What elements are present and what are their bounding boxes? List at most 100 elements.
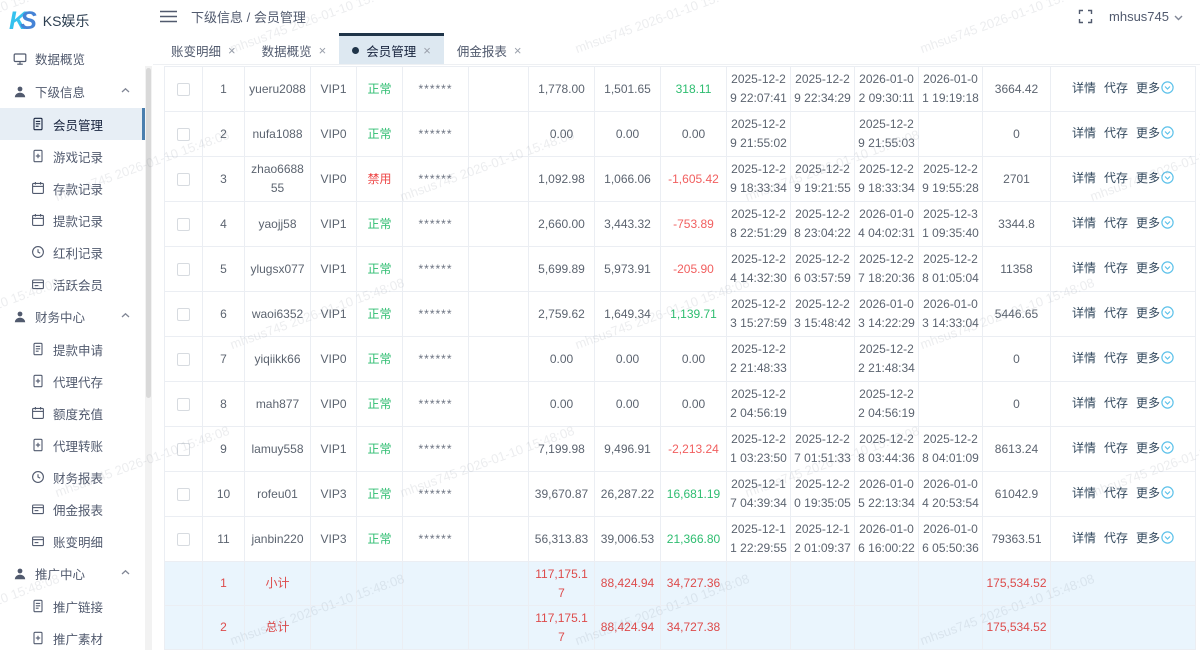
more-link[interactable]: 更多	[1136, 306, 1174, 320]
username[interactable]: mhsus745	[1109, 9, 1169, 24]
detail-link[interactable]: 详情	[1072, 396, 1096, 410]
deposit-for-link[interactable]: 代存	[1104, 396, 1128, 410]
row-checkbox[interactable]	[177, 173, 190, 186]
more-link[interactable]: 更多	[1136, 531, 1174, 545]
more-link[interactable]: 更多	[1136, 486, 1174, 500]
row-checkbox[interactable]	[177, 218, 190, 231]
deposit-for-link[interactable]: 代存	[1104, 81, 1128, 95]
row-checkbox[interactable]	[177, 488, 190, 501]
logo: KS KS娱乐	[0, 0, 145, 42]
row-checkbox[interactable]	[177, 398, 190, 411]
deposit-for-link[interactable]: 代存	[1104, 306, 1128, 320]
checkbox-cell	[165, 472, 203, 517]
sidebar-item-withdrawal-records[interactable]: 提款记录	[0, 204, 145, 236]
more-chevron-icon[interactable]	[1161, 398, 1174, 412]
deposit-for-link[interactable]: 代存	[1104, 486, 1128, 500]
more-link[interactable]: 更多	[1136, 396, 1174, 410]
more-link[interactable]: 更多	[1136, 126, 1174, 140]
tab-member-management[interactable]: 会员管理×	[339, 33, 444, 64]
detail-link[interactable]: 详情	[1072, 216, 1096, 230]
more-link[interactable]: 更多	[1136, 216, 1174, 230]
more-link[interactable]: 更多	[1136, 441, 1174, 455]
detail-link[interactable]: 详情	[1072, 126, 1096, 140]
deposit-for-link[interactable]: 代存	[1104, 351, 1128, 365]
sidebar-item-finance-report[interactable]: 财务报表	[0, 461, 145, 493]
close-icon[interactable]: ×	[423, 44, 431, 57]
sidebar-item-quota-recharge[interactable]: 额度充值	[0, 397, 145, 429]
fullscreen-icon[interactable]	[1078, 9, 1093, 24]
deposit-for-link[interactable]: 代存	[1104, 441, 1128, 455]
more-link[interactable]: 更多	[1136, 171, 1174, 185]
more-chevron-icon[interactable]	[1161, 218, 1174, 232]
detail-link[interactable]: 详情	[1072, 486, 1096, 500]
amount-1-cell: 2,660.00	[529, 202, 595, 247]
sidebar-item-member-management[interactable]: 会员管理	[0, 108, 145, 140]
more-chevron-icon[interactable]	[1161, 533, 1174, 547]
sidebar-item-deposit-records[interactable]: 存款记录	[0, 172, 145, 204]
row-checkbox[interactable]	[177, 443, 190, 456]
app-root: KS KS娱乐 数据概览下级信息会员管理游戏记录存款记录提款记录红利记录活跃会员…	[0, 0, 1200, 650]
detail-link[interactable]: 详情	[1072, 441, 1096, 455]
sidebar-item-data-overview[interactable]: 数据概览	[0, 42, 145, 75]
hamburger-icon[interactable]	[160, 10, 177, 23]
row-checkbox[interactable]	[177, 128, 190, 141]
sidebar-item-agent-deposit[interactable]: 代理代存	[0, 365, 145, 397]
more-chevron-icon[interactable]	[1161, 263, 1174, 277]
detail-link[interactable]: 详情	[1072, 81, 1096, 95]
detail-link[interactable]: 详情	[1072, 306, 1096, 320]
sidebar-item-promotion-material[interactable]: 推广素材	[0, 622, 145, 650]
deposit-for-link[interactable]: 代存	[1104, 216, 1128, 230]
more-link[interactable]: 更多	[1136, 81, 1174, 95]
more-chevron-icon[interactable]	[1161, 173, 1174, 187]
more-link[interactable]: 更多	[1136, 351, 1174, 365]
deposit-for-link[interactable]: 代存	[1104, 531, 1128, 545]
sidebar-group-finance-center[interactable]: 财务中心	[0, 300, 145, 333]
row-checkbox[interactable]	[177, 533, 190, 546]
sidebar-group-subordinate-info[interactable]: 下级信息	[0, 75, 145, 108]
sidebar-item-active-members[interactable]: 活跃会员	[0, 268, 145, 300]
detail-link[interactable]: 详情	[1072, 171, 1096, 185]
deposit-for-link[interactable]: 代存	[1104, 261, 1128, 275]
tab-commission-report[interactable]: 佣金报表×	[444, 33, 535, 64]
tab-account-change-detail[interactable]: 账变明细×	[158, 33, 249, 64]
sidebar-item-account-change-detail[interactable]: 账变明细	[0, 525, 145, 557]
sidebar-item-commission-report[interactable]: 佣金报表	[0, 493, 145, 525]
row-checkbox[interactable]	[177, 83, 190, 96]
more-chevron-icon[interactable]	[1161, 83, 1174, 97]
sidebar-item-promotion-link[interactable]: 推广链接	[0, 590, 145, 622]
row-checkbox[interactable]	[177, 263, 190, 276]
sidebar-item-agent-transfer[interactable]: 代理转账	[0, 429, 145, 461]
more-link[interactable]: 更多	[1136, 261, 1174, 275]
more-chevron-icon[interactable]	[1161, 353, 1174, 367]
row-checkbox[interactable]	[177, 353, 190, 366]
doc-icon	[31, 342, 45, 356]
deposit-for-link[interactable]: 代存	[1104, 126, 1128, 140]
scrollbar-thumb[interactable]	[146, 68, 151, 398]
more-chevron-icon[interactable]	[1161, 443, 1174, 457]
close-icon[interactable]: ×	[319, 44, 327, 57]
sidebar-group-promotion-center[interactable]: 推广中心	[0, 557, 145, 590]
sidebar-item-label: 提款记录	[53, 211, 103, 230]
sidebar-item-withdrawal-request[interactable]: 提款申请	[0, 333, 145, 365]
logo-mark: KS	[9, 9, 36, 34]
row-checkbox[interactable]	[177, 308, 190, 321]
close-icon[interactable]: ×	[514, 44, 522, 57]
sidebar-item-bonus-records[interactable]: 红利记录	[0, 236, 145, 268]
sidebar-item-game-records[interactable]: 游戏记录	[0, 140, 145, 172]
more-chevron-icon[interactable]	[1161, 488, 1174, 502]
tab-data-overview[interactable]: 数据概览×	[249, 33, 340, 64]
chevron-down-icon[interactable]	[1173, 11, 1184, 22]
more-chevron-icon[interactable]	[1161, 128, 1174, 142]
profit-cell: -2,213.24	[661, 427, 727, 472]
deposit-for-link[interactable]: 代存	[1104, 171, 1128, 185]
row-index-cell: 1	[203, 562, 245, 606]
sidebar-scrollbar[interactable]	[145, 66, 152, 650]
blank-cell	[469, 202, 529, 247]
detail-link[interactable]: 详情	[1072, 261, 1096, 275]
time-4-cell: 2026-01-04 20:53:54	[919, 472, 983, 517]
more-chevron-icon[interactable]	[1161, 308, 1174, 322]
detail-link[interactable]: 详情	[1072, 531, 1096, 545]
doc-plus-icon	[31, 631, 45, 645]
detail-link[interactable]: 详情	[1072, 351, 1096, 365]
close-icon[interactable]: ×	[228, 44, 236, 57]
